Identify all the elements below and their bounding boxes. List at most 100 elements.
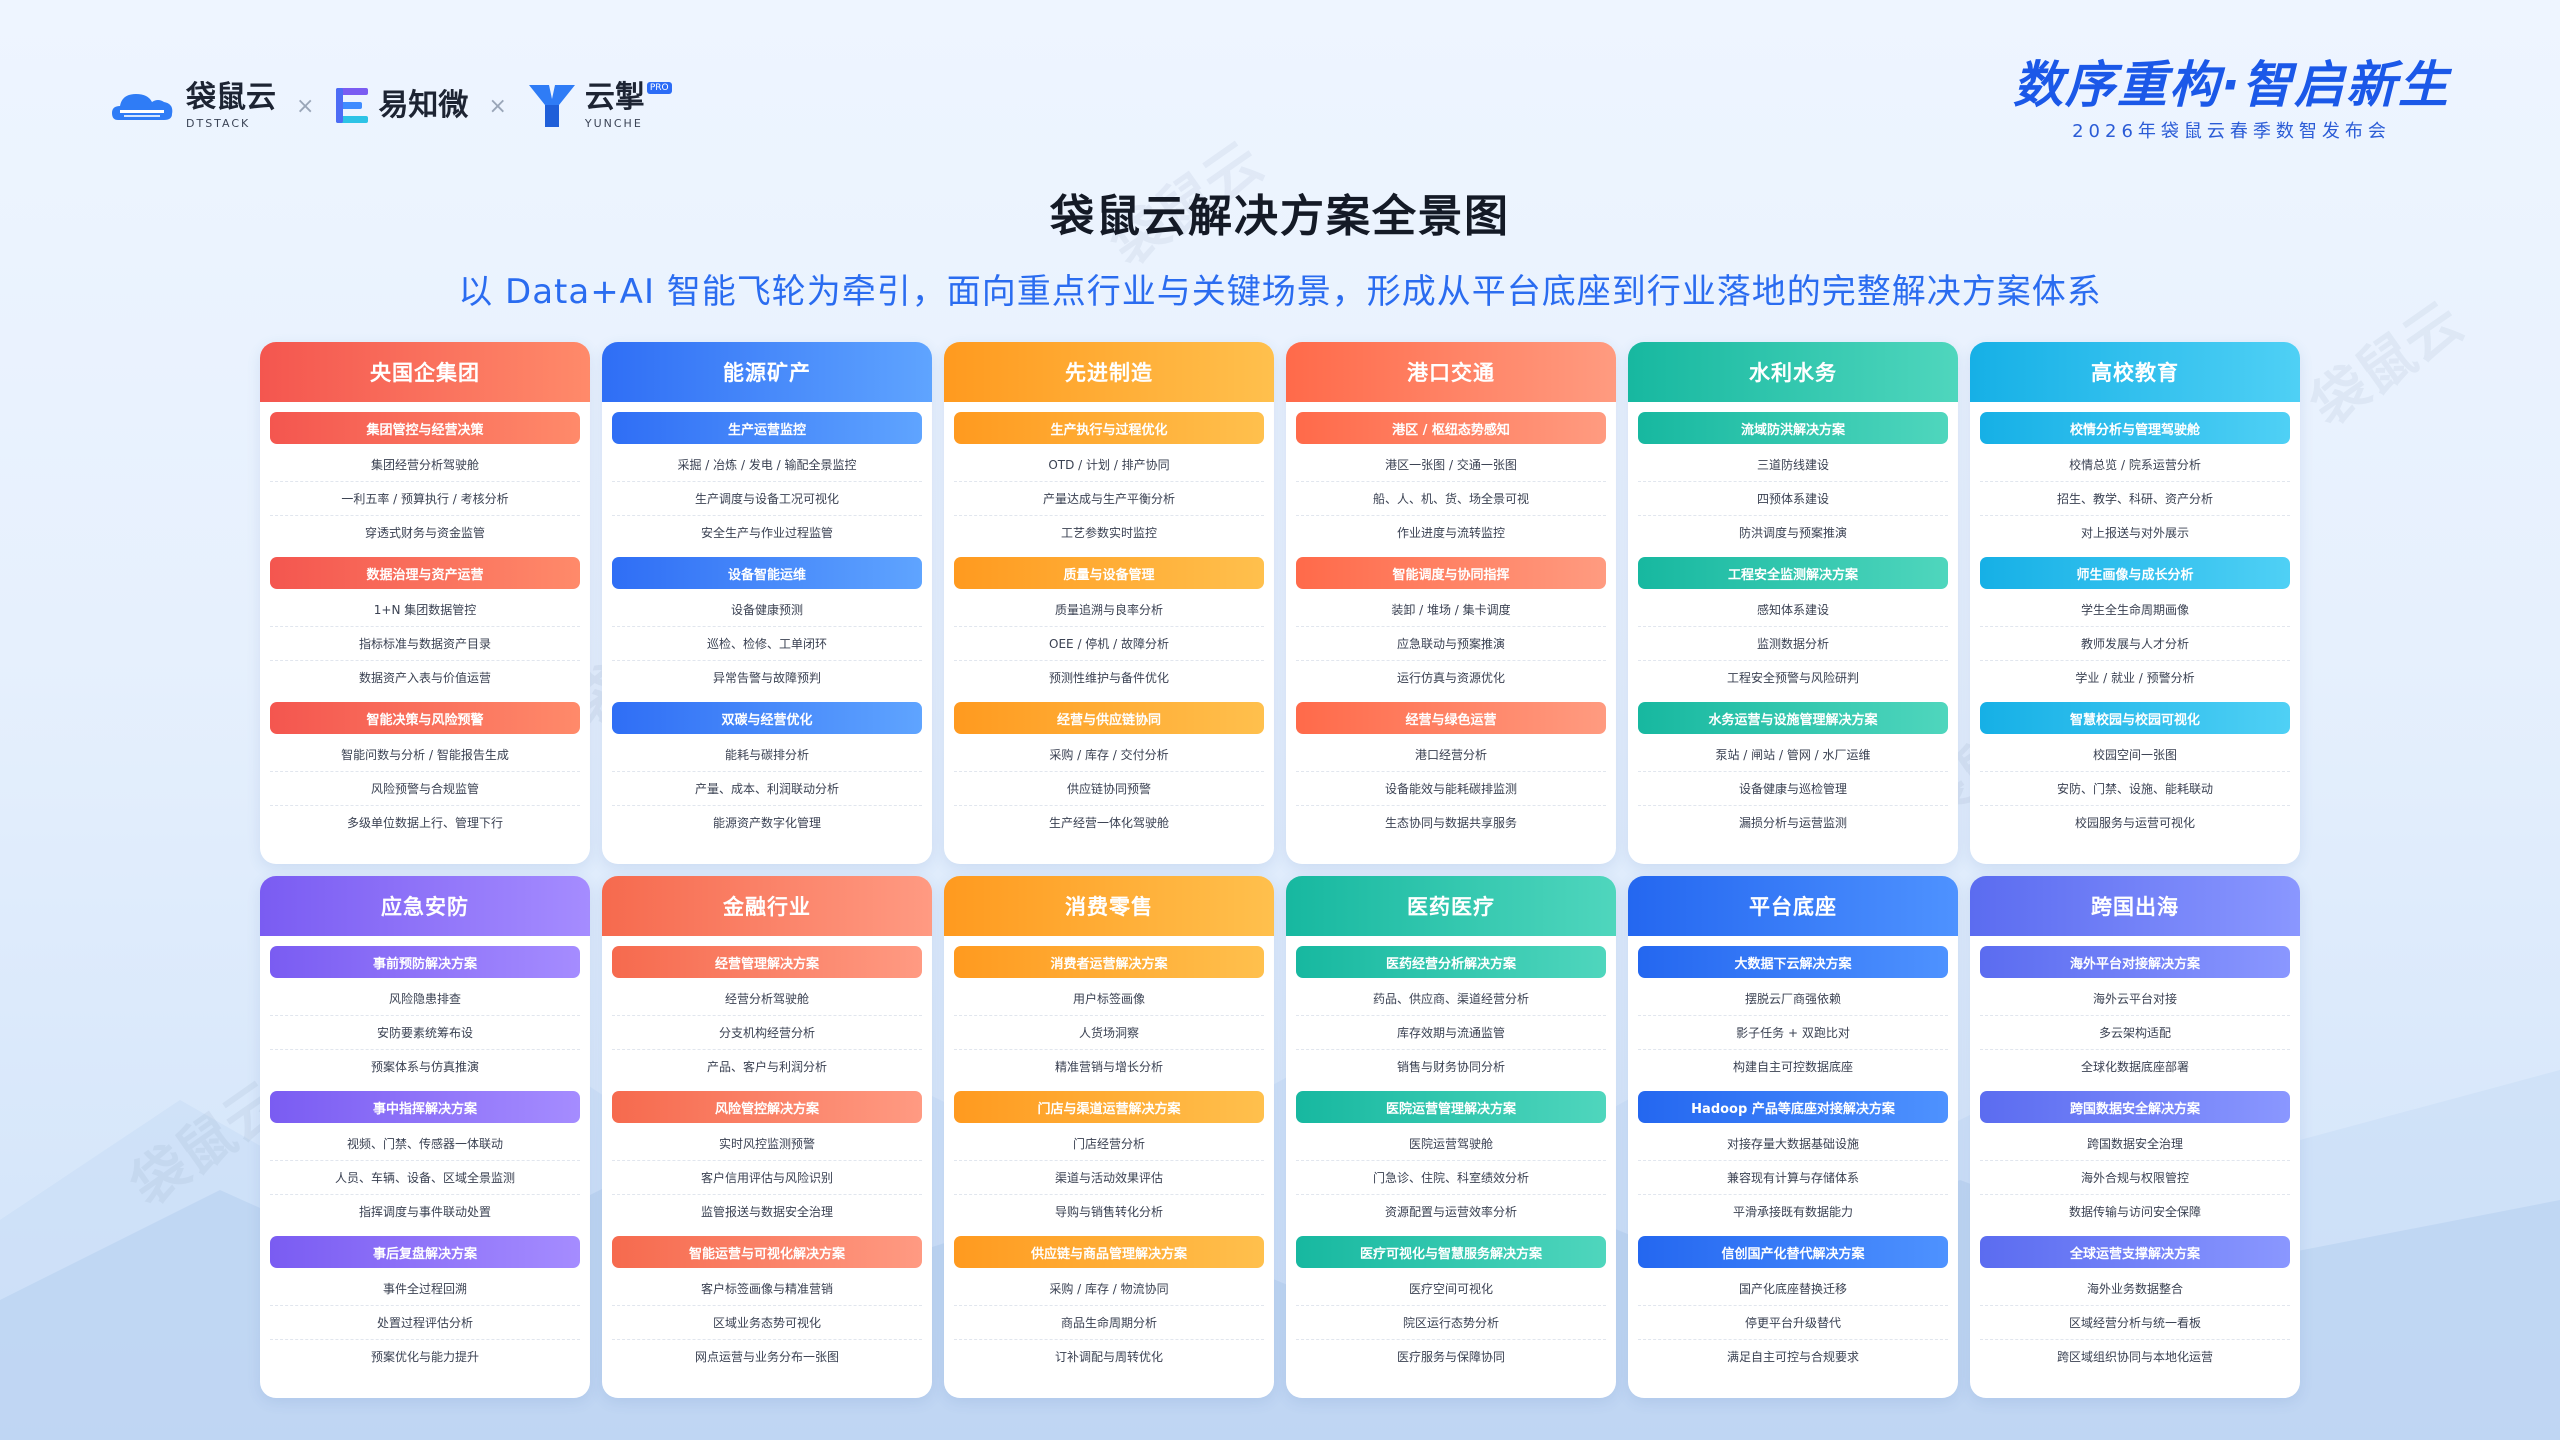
list-item: 作业进度与流转监控 xyxy=(1396,526,1505,540)
card-title: 能源矿产 xyxy=(602,342,932,402)
section-title: 智慧校园与校园可视化 xyxy=(1980,702,2290,734)
section-title: Hadoop 产品等底座对接解决方案 xyxy=(1638,1091,1948,1123)
list-item: 跨国数据安全治理 xyxy=(1980,1127,2290,1161)
yunche-logo: 云掣 PRO YUNCHE xyxy=(527,81,672,130)
solution-section: 智慧校园与校园可视化 校园空间一张图 安防、门禁、设施、能耗联动 校园服务与运营可视化 xyxy=(1980,702,2290,839)
yunche-sub: YUNCHE xyxy=(584,116,643,130)
list-item: 生态协同与数据共享服务 xyxy=(1384,816,1517,830)
section-title: 生产执行与过程优化 xyxy=(954,412,1264,444)
list-item: 分支机构经营分析 xyxy=(612,1016,922,1050)
list-item: 数据传输与访问安全保障 xyxy=(2068,1205,2201,1219)
yunche-y-icon xyxy=(528,85,575,127)
event-branding: 数序重构·智启新生 2026年袋鼠云春季数智发布会 xyxy=(2013,58,2450,143)
section-title: 海外平台对接解决方案 xyxy=(1980,946,2290,978)
page-subtitle: 以 Data+AI 智能飞轮为牵引，面向重点行业与关键场景，形成从平台底座到行业… xyxy=(458,272,2102,312)
solution-section: 集团管控与经营决策 集团经营分析驾驶舱 一利五率 / 预算执行 / 考核分析 穿透式财… xyxy=(270,412,580,549)
list-item: 采购 / 库存 / 物流协同 xyxy=(954,1272,1264,1306)
list-item: 安全生产与作业过程监管 xyxy=(700,526,833,540)
dtstack-sub: DTSTACK xyxy=(186,116,251,130)
list-item: 港口经营分析 xyxy=(1296,738,1606,772)
section-title: 双碳与经营优化 xyxy=(612,702,922,734)
solution-section: 海外平台对接解决方案 海外云平台对接 多云架构适配 全球化数据底座部署 xyxy=(1980,946,2290,1083)
list-item: 医疗服务与保障协同 xyxy=(1396,1350,1505,1364)
card-title: 水利水务 xyxy=(1628,342,1958,402)
list-item: 网点运营与业务分布一张图 xyxy=(694,1350,839,1364)
section-title: 水务运营与设施管理解决方案 xyxy=(1638,702,1948,734)
list-item: 订补调配与周转优化 xyxy=(1054,1350,1163,1364)
section-title: 质量与设备管理 xyxy=(954,557,1264,589)
list-item: 人货场洞察 xyxy=(954,1016,1264,1050)
card-title: 港口交通 xyxy=(1286,342,1616,402)
card-title: 金融行业 xyxy=(602,876,932,936)
yizhiwei-name: 易知微 xyxy=(378,88,469,123)
list-item: 监测数据分析 xyxy=(1638,627,1948,661)
list-item: 感知体系建设 xyxy=(1638,593,1948,627)
industry-card: 港口交通 港区 / 枢纽态势感知 港区一张图 / 交通一张图 船、人、机、货、场全景可… xyxy=(1286,342,1616,864)
list-item: 停更平台升级替代 xyxy=(1638,1306,1948,1340)
card-body: 海外平台对接解决方案 海外云平台对接 多云架构适配 全球化数据底座部署 跨国数据安全解决… xyxy=(1970,936,2300,1398)
section-title: 事前预防解决方案 xyxy=(270,946,580,978)
list-item: 对上报送与对外展示 xyxy=(2080,526,2189,540)
separator: × xyxy=(488,93,507,119)
list-item: 产量达成与生产平衡分析 xyxy=(954,482,1264,516)
solution-section: 质量与设备管理 质量追溯与良率分析 OEE / 停机 / 故障分析 预测性维护与备件优… xyxy=(954,557,1264,694)
solution-section: 事前预防解决方案 风险隐患排查 安防要素统筹布设 预案体系与仿真推演 xyxy=(270,946,580,1083)
industry-card: 应急安防 事前预防解决方案 风险隐患排查 安防要素统筹布设 预案体系与仿真推演 事中指挥解… xyxy=(260,876,590,1398)
list-item: 风险隐患排查 xyxy=(270,982,580,1016)
section-title: 全球运营支撑解决方案 xyxy=(1980,1236,2290,1268)
card-title: 央国企集团 xyxy=(260,342,590,402)
list-item: 能耗与碳排分析 xyxy=(612,738,922,772)
section-title: 工程安全监测解决方案 xyxy=(1638,557,1948,589)
solution-section: 大数据下云解决方案 摆脱云厂商强依赖 影子任务 + 双跑比对 构建自主可控数据底座 xyxy=(1638,946,1948,1083)
list-item: 影子任务 + 双跑比对 xyxy=(1638,1016,1948,1050)
list-item: 设备能效与能耗碳排监测 xyxy=(1296,772,1606,806)
list-item: 应急联动与预案推演 xyxy=(1296,627,1606,661)
industry-card: 央国企集团集团管控与经营决策 集团经营分析驾驶舱 一利五率 / 预算执行 / 考核分… xyxy=(260,342,590,864)
list-item: 院区运行态势分析 xyxy=(1296,1306,1606,1340)
list-item: 人员、车辆、设备、区域全景监测 xyxy=(270,1161,580,1195)
section-title: 门店与渠道运营解决方案 xyxy=(954,1091,1264,1123)
event-subtitle: 2026年袋鼠云春季数智发布会 xyxy=(2072,121,2391,142)
list-item: 商品生命周期分析 xyxy=(954,1306,1264,1340)
list-item: 校园服务与运营可视化 xyxy=(2074,816,2195,830)
section-title: 风险管控解决方案 xyxy=(612,1091,922,1123)
section-title: 智能调度与协同指挥 xyxy=(1296,557,1606,589)
event-title: 数序重构·智启新生 xyxy=(2013,56,2450,114)
solution-section: 设备智能运维 设备健康预测 巡检、检修、工单闭环 异常告警与故障预判 xyxy=(612,557,922,694)
list-item: 异常告警与故障预判 xyxy=(712,671,821,685)
section-title: 大数据下云解决方案 xyxy=(1638,946,1948,978)
section-title: 设备智能运维 xyxy=(612,557,922,589)
solution-section: 供应链与商品管理解决方案 采购 / 库存 / 物流协同 商品生命周期分析订补调配与周… xyxy=(954,1236,1264,1373)
section-title: 医药经营分析解决方案 xyxy=(1296,946,1606,978)
list-item: 生产调度与设备工况可视化 xyxy=(612,482,922,516)
list-item: 处置过程评估分析 xyxy=(270,1306,580,1340)
list-item: OEE / 停机 / 故障分析 xyxy=(954,627,1264,661)
list-item: 教师发展与人才分析 xyxy=(1980,627,2290,661)
list-item: 监管报送与数据安全治理 xyxy=(700,1205,833,1219)
dtstack-logo: 袋鼠云 DTSTACK xyxy=(108,82,276,130)
solution-section: 智能运营与可视化解决方案 客户标签画像与精准营销 区域业务态势可视化 网点运营与业务分… xyxy=(612,1236,922,1373)
industry-card: 平台底座 大数据下云解决方案 摆脱云厂商强依赖 影子任务 + 双跑比对 构建自主可控数据… xyxy=(1628,876,1958,1398)
section-title: 集团管控与经营决策 xyxy=(270,412,580,444)
list-item: 经营分析驾驶舱 xyxy=(612,982,922,1016)
list-item: 兼容现有计算与存储体系 xyxy=(1638,1161,1948,1195)
section-title: 师生画像与成长分析 xyxy=(1980,557,2290,589)
separator: × xyxy=(296,93,315,119)
list-item: 校园空间一张图 xyxy=(1980,738,2290,772)
list-item: 四预体系建设 xyxy=(1638,482,1948,516)
list-item: 采购 / 库存 / 交付分析 xyxy=(954,738,1264,772)
list-item: 穿透式财务与资金监管 xyxy=(364,526,485,540)
card-body: 大数据下云解决方案 摆脱云厂商强依赖 影子任务 + 双跑比对 构建自主可控数据底座 Ha… xyxy=(1628,936,1958,1398)
solution-section: 师生画像与成长分析 学生全生命周期画像 教师发展与人才分析 学业 / 就业 / 预警分… xyxy=(1980,557,2290,694)
card-body: 生产运营监控 采掘 / 冶炼 / 发电 / 输配全景监控 生产调度与设备工况可视化安… xyxy=(602,402,932,864)
list-item: 构建自主可控数据底座 xyxy=(1732,1060,1853,1074)
card-body: 集团管控与经营决策 集团经营分析驾驶舱 一利五率 / 预算执行 / 考核分析 穿透式财… xyxy=(260,402,590,864)
list-item: 事件全过程回溯 xyxy=(270,1272,580,1306)
industry-card: 金融行业 经营管理解决方案 经营分析驾驶舱 分支机构经营分析 产品、客户与利润分析 风险管… xyxy=(602,876,932,1398)
list-item: 门急诊、住院、科室绩效分析 xyxy=(1296,1161,1606,1195)
list-item: 招生、教学、科研、资产分析 xyxy=(1980,482,2290,516)
list-item: 海外合规与权限管控 xyxy=(1980,1161,2290,1195)
page-title: 袋鼠云解决方案全景图 xyxy=(1050,191,1510,242)
section-title: 供应链与商品管理解决方案 xyxy=(954,1236,1264,1268)
list-item: 学业 / 就业 / 预警分析 xyxy=(2075,671,2195,685)
